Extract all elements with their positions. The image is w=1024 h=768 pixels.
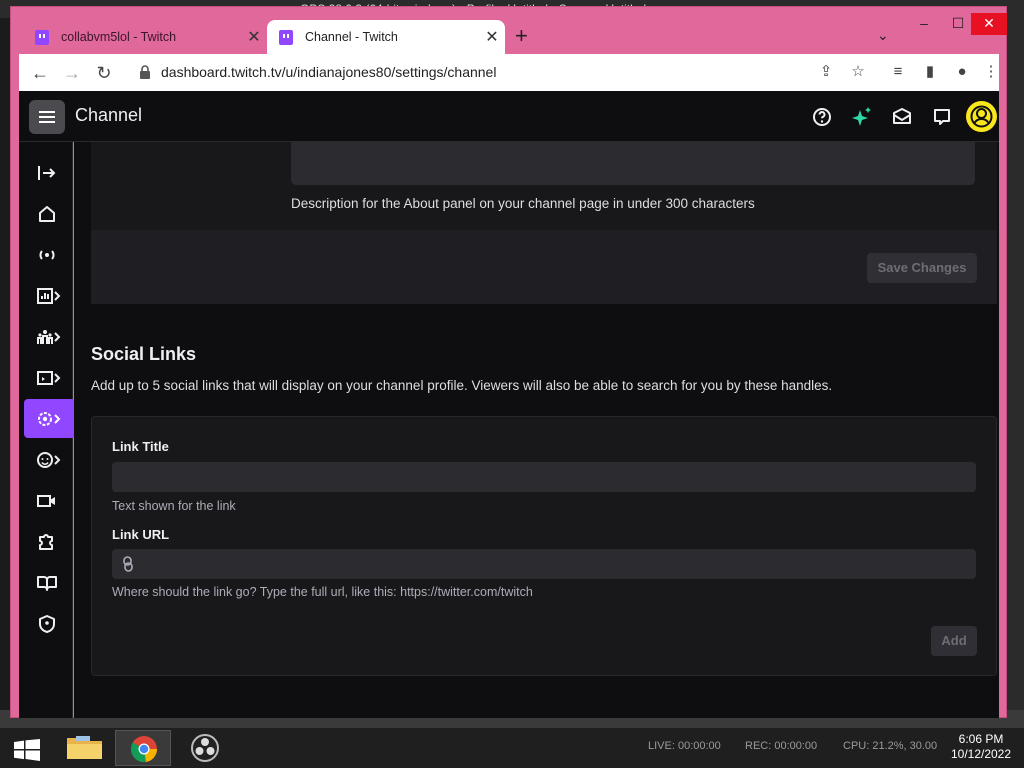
page-title: Channel	[75, 105, 143, 125]
obs-live-status: LIVE: 00:00:00	[648, 740, 721, 752]
save-changes-button[interactable]: Save Changes	[867, 253, 977, 283]
new-tab-button[interactable]: +	[515, 25, 528, 47]
clock-date: 10/12/2022	[950, 747, 1012, 761]
twitch-favicon-icon	[35, 29, 49, 45]
collapse-arrow-icon	[38, 166, 56, 180]
address-bar[interactable]: dashboard.twitch.tv/u/indianajones80/set…	[129, 58, 864, 86]
sidebar-item-creator-camp[interactable]	[24, 481, 76, 520]
gear-icon	[38, 412, 61, 426]
browser-window: collabvm5lol - Twitch ✕ Channel - Twitch…	[10, 6, 1007, 718]
user-icon	[970, 105, 993, 128]
url-text: dashboard.twitch.tv/u/indianajones80/set…	[161, 64, 497, 80]
help-icon[interactable]	[809, 104, 835, 130]
taskbar-chrome[interactable]	[115, 730, 171, 766]
start-button[interactable]	[0, 730, 56, 766]
sidebar-item-settings[interactable]	[24, 399, 76, 438]
sparkle-icon[interactable]	[849, 104, 875, 130]
tab-close-icon[interactable]: ✕	[241, 27, 267, 47]
add-link-button[interactable]: Add	[931, 626, 977, 656]
whispers-icon[interactable]	[929, 104, 955, 130]
link-url-label: Link URL	[112, 527, 170, 542]
link-title-input[interactable]	[112, 462, 976, 492]
back-arrow-icon[interactable]: ←	[27, 60, 53, 86]
share-icon[interactable]: ⇪	[814, 60, 838, 84]
avatar[interactable]	[966, 101, 997, 132]
obs-right-strip	[1006, 18, 1024, 718]
tab-title: Channel - Twitch	[305, 30, 398, 44]
lock-icon	[140, 65, 150, 79]
tab-close-icon[interactable]: ✕	[479, 27, 505, 47]
sidebar-item-analytics[interactable]	[24, 276, 76, 315]
about-footer: Save Changes	[91, 230, 997, 304]
link-title-help: Text shown for the link	[112, 499, 236, 513]
about-panel: Description for the About panel on your …	[91, 142, 997, 230]
sidebar-item-stream-manager[interactable]	[24, 235, 76, 274]
taskbar-obs[interactable]	[177, 730, 233, 766]
clock-time: 6:06 PM	[958, 732, 1004, 746]
obs-rec-status: REC: 00:00:00	[745, 740, 818, 752]
about-help-text: Description for the About panel on your …	[291, 196, 755, 211]
book-icon	[37, 576, 57, 591]
social-links-title: Social Links	[91, 344, 197, 364]
obs-icon	[191, 734, 219, 762]
sidebar-item-viewer-rewards[interactable]	[24, 440, 76, 479]
star-icon[interactable]: ☆	[846, 60, 870, 84]
link-icon	[123, 556, 133, 572]
sidebar-item-collapse[interactable]	[24, 153, 76, 192]
tab-title: collabvm5lol - Twitch	[61, 30, 177, 44]
about-textarea[interactable]	[291, 142, 975, 185]
twitch-top-nav: Channel	[19, 91, 999, 142]
social-links-description: Add up to 5 social links that will displ…	[91, 378, 833, 393]
tab-collabvm5lol[interactable]: collabvm5lol - Twitch ✕	[23, 20, 267, 54]
close-window-button[interactable]: ✕	[971, 13, 1007, 35]
windows-logo-icon	[14, 739, 40, 761]
folder-icon	[67, 736, 102, 759]
link-title-label: Link Title	[112, 439, 169, 454]
obs-cpu-status: CPU: 21.2%, 30.00 fps	[843, 740, 937, 752]
system-clock[interactable]: 6:06 PM 10/12/2022	[948, 732, 1014, 762]
minimize-button[interactable]: –	[907, 13, 941, 35]
link-url-input[interactable]	[112, 549, 976, 579]
side-panel-icon[interactable]: ▮	[918, 60, 942, 84]
puzzle-icon	[39, 534, 53, 550]
hamburger-menu-icon[interactable]	[29, 100, 65, 134]
twitch-favicon-icon	[279, 29, 293, 45]
analytics-icon	[37, 288, 61, 304]
smiley-icon	[37, 452, 61, 468]
camera-icon	[37, 495, 55, 507]
reload-icon[interactable]: ↻	[91, 60, 117, 86]
home-icon	[39, 206, 55, 222]
chrome-icon	[130, 736, 158, 763]
broadcast-icon	[39, 250, 55, 260]
browser-toolbar: ← → ↻ dashboard.twitch.tv/u/indianajones…	[19, 54, 999, 91]
taskbar: LIVE: 00:00:00 REC: 00:00:00 CPU: 21.2%,…	[0, 728, 1024, 768]
main-content: Description for the About panel on your …	[74, 142, 999, 718]
media-queue-icon[interactable]: ≡	[886, 60, 910, 84]
forward-arrow-icon[interactable]: →	[59, 60, 85, 86]
community-icon	[37, 330, 61, 344]
link-url-help: Where should the link go? Type the full …	[112, 585, 533, 599]
sidebar-item-community[interactable]	[24, 317, 76, 356]
maximize-button[interactable]: ☐	[941, 13, 975, 35]
shield-icon	[39, 615, 55, 633]
inbox-icon[interactable]	[889, 104, 915, 130]
sidebar-item-extensions[interactable]	[24, 522, 76, 561]
more-menu-icon[interactable]: ⋮	[979, 60, 1003, 84]
sidebar-item-home[interactable]	[24, 194, 76, 233]
tab-search-chevron-icon[interactable]: ⌄	[877, 27, 889, 44]
tab-channel[interactable]: Channel - Twitch ✕	[267, 20, 505, 54]
side-nav	[19, 142, 76, 718]
sidebar-item-content[interactable]	[24, 358, 76, 397]
content-icon	[37, 371, 61, 385]
profile-icon[interactable]: ●	[950, 60, 974, 84]
taskbar-file-explorer[interactable]	[56, 730, 112, 766]
sidebar-item-creator-dashboard[interactable]	[24, 563, 76, 602]
sidebar-item-safety[interactable]	[24, 604, 76, 643]
social-links-panel: Link Title Text shown for the link Link …	[91, 416, 997, 676]
